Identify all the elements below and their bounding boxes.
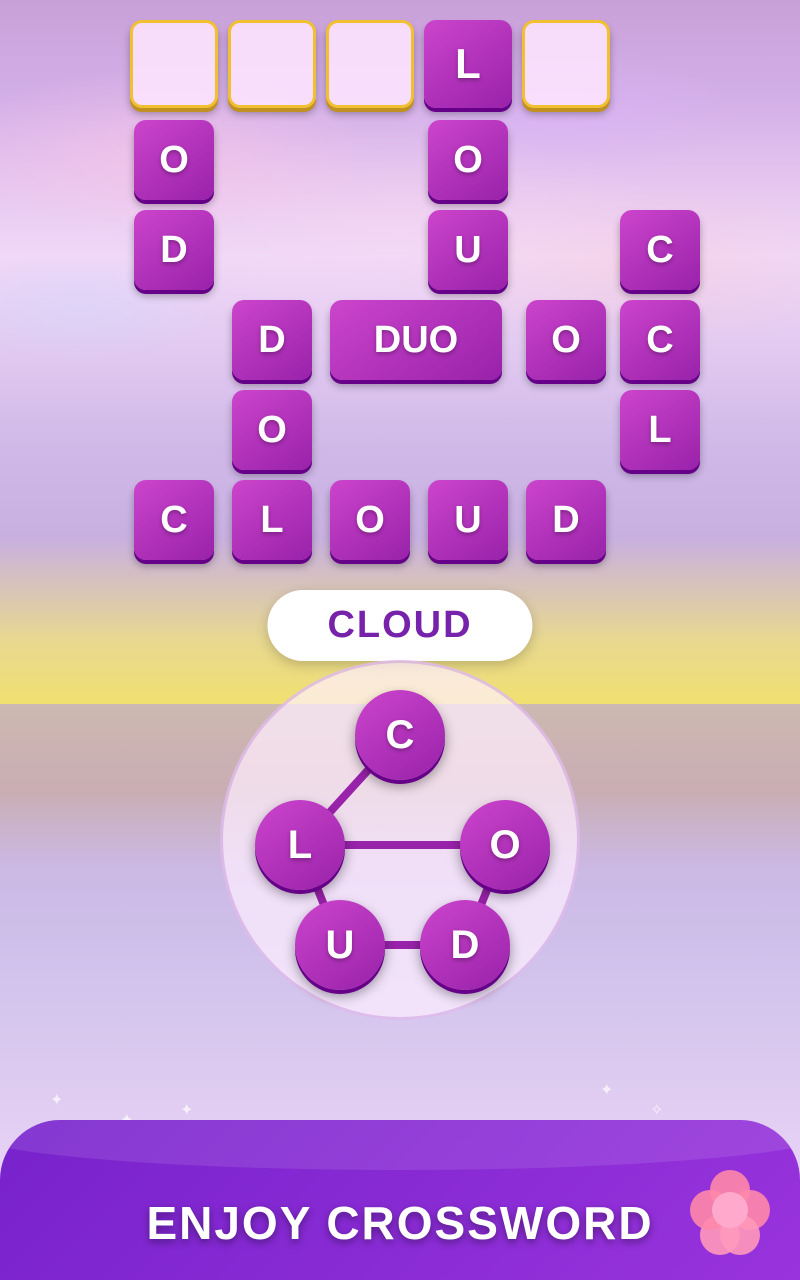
wheel-letter-O[interactable]: O — [460, 800, 550, 890]
tile-empty-3[interactable] — [326, 20, 414, 108]
cloud-banner: CLOUD — [267, 590, 532, 661]
wheel-letter-C[interactable]: C — [355, 690, 445, 780]
tile-empty-2[interactable] — [228, 20, 316, 108]
bottom-banner: ENJOY CROSSWORD — [0, 1120, 800, 1280]
star-5: ✦ — [600, 1080, 613, 1100]
tile-U-r6c4[interactable]: U — [428, 480, 508, 560]
star-4: ✦ — [180, 1100, 193, 1120]
tile-empty-5[interactable] — [522, 20, 610, 108]
tile-C-r4c6[interactable]: C — [620, 300, 700, 380]
tile-O-r6c3[interactable]: O — [330, 480, 410, 560]
wheel-letter-U[interactable]: U — [295, 900, 385, 990]
star-6: ✧ — [650, 1100, 663, 1120]
tile-L-r6c2[interactable]: L — [232, 480, 312, 560]
game-container: L O O D U C D DUO O C — [0, 0, 800, 1280]
wheel-container[interactable]: C L O U D — [220, 660, 580, 1020]
tile-C-r6c1[interactable]: C — [134, 480, 214, 560]
flower-decoration — [680, 1160, 780, 1260]
tile-O-r2c4[interactable]: O — [428, 120, 508, 200]
crossword-area: L O O D U C D DUO O C — [0, 0, 800, 590]
tile-O-r5c2[interactable]: O — [232, 390, 312, 470]
tile-C-r3c5[interactable]: C — [620, 210, 700, 290]
tile-D-r6c5[interactable]: D — [526, 480, 606, 560]
wheel-letter-D[interactable]: D — [420, 900, 510, 990]
tile-U-r3c4[interactable]: U — [428, 210, 508, 290]
tile-D-r4c2[interactable]: D — [232, 300, 312, 380]
wheel-letter-L[interactable]: L — [255, 800, 345, 890]
tile-O-r2c1[interactable]: O — [134, 120, 214, 200]
tile-L-r5c5[interactable]: L — [620, 390, 700, 470]
tile-D-r3c1[interactable]: D — [134, 210, 214, 290]
tile-O-r4c5[interactable]: O — [526, 300, 606, 380]
tile-DUO[interactable]: DUO — [330, 300, 502, 380]
bottom-text: ENJOY CROSSWORD — [146, 1196, 653, 1250]
star-1: ✦ — [50, 1090, 63, 1110]
tile-empty-1[interactable] — [130, 20, 218, 108]
tile-L[interactable]: L — [424, 20, 512, 108]
